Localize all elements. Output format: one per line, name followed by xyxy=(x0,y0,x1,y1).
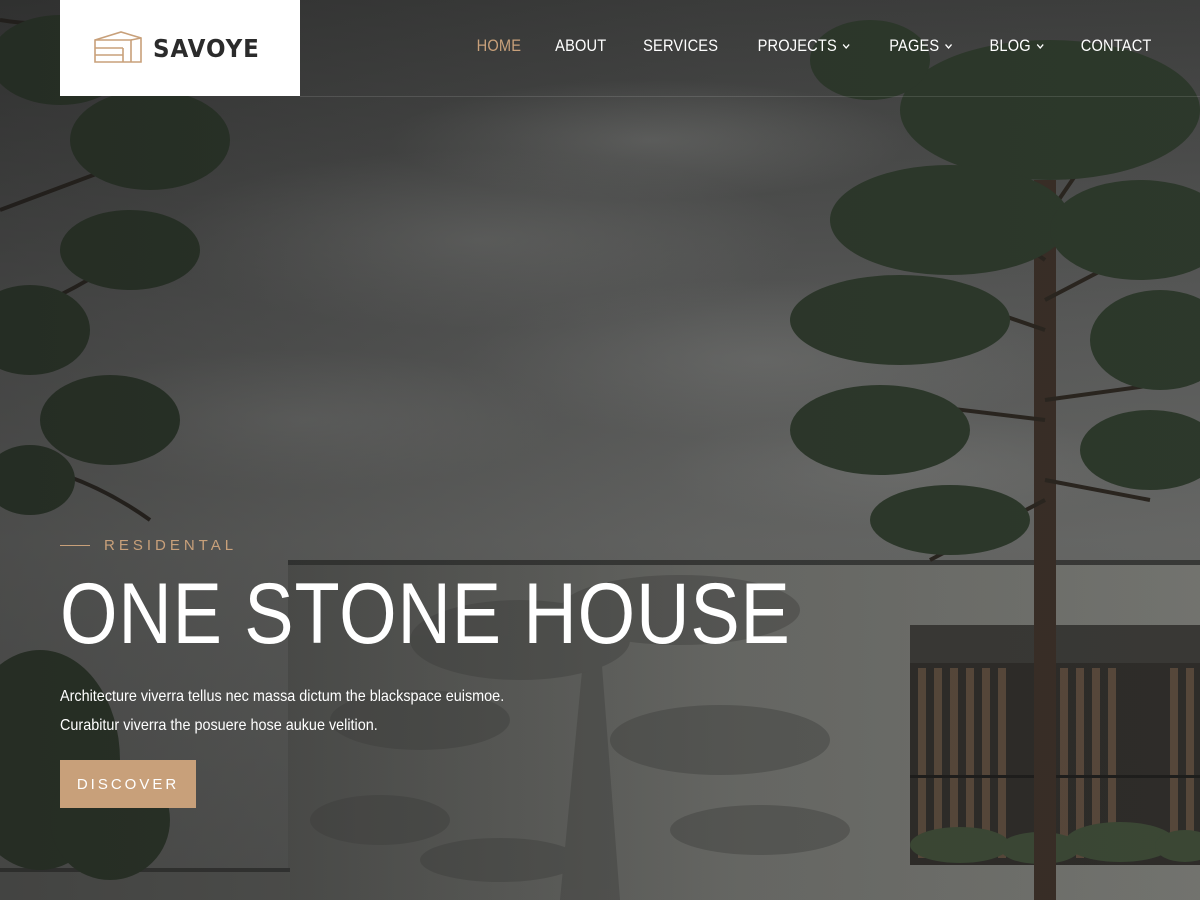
nav-item-services[interactable]: SERVICES xyxy=(643,36,718,56)
chevron-down-icon xyxy=(842,43,850,50)
site-logo[interactable]: SAVOYE xyxy=(60,0,300,96)
hero-eyebrow: RESIDENTAL xyxy=(60,530,760,560)
nav-item-label: PAGES xyxy=(889,36,940,55)
nav-item-home[interactable]: HOME xyxy=(477,36,522,56)
nav-item-contact[interactable]: CONTACT xyxy=(1080,36,1151,56)
nav-item-pages[interactable]: PAGES xyxy=(890,36,954,56)
hero-description: Architecture viverra tellus nec massa di… xyxy=(60,682,690,740)
brand-name: SAVOYE xyxy=(152,33,260,63)
hero-content: RESIDENTAL ONE STONE HOUSE Architecture … xyxy=(60,530,791,808)
chevron-down-icon xyxy=(1036,43,1044,50)
nav-item-label: HOME xyxy=(477,36,522,55)
nav-item-label: PROJECTS xyxy=(757,36,837,55)
eyebrow-line xyxy=(60,544,90,546)
header-divider xyxy=(300,96,1200,97)
discover-button[interactable]: DISCOVER xyxy=(60,760,196,808)
stacked-building-icon xyxy=(94,31,142,63)
chevron-down-icon xyxy=(945,43,953,50)
hero-description-line: Architecture viverra tellus nec massa di… xyxy=(60,688,505,705)
nav-item-label: ABOUT xyxy=(555,36,607,55)
eyebrow-text: RESIDENTAL xyxy=(104,536,238,554)
main-navigation: HOME ABOUT SERVICES PROJECTS PAGES BLOG … xyxy=(473,32,1157,60)
hero-page: SAVOYE HOME ABOUT SERVICES PROJECTS PAGE… xyxy=(0,0,1200,900)
hero-title: ONE STONE HOUSE xyxy=(60,566,791,662)
hero-description-line: Curabitur viverra the posuere hose aukue… xyxy=(60,717,378,734)
nav-item-label: SERVICES xyxy=(642,36,718,55)
nav-item-label: BLOG xyxy=(989,36,1031,55)
nav-item-about[interactable]: ABOUT xyxy=(555,36,606,56)
nav-item-blog[interactable]: BLOG xyxy=(989,36,1044,56)
nav-item-projects[interactable]: PROJECTS xyxy=(758,36,851,56)
nav-item-label: CONTACT xyxy=(1080,36,1152,55)
